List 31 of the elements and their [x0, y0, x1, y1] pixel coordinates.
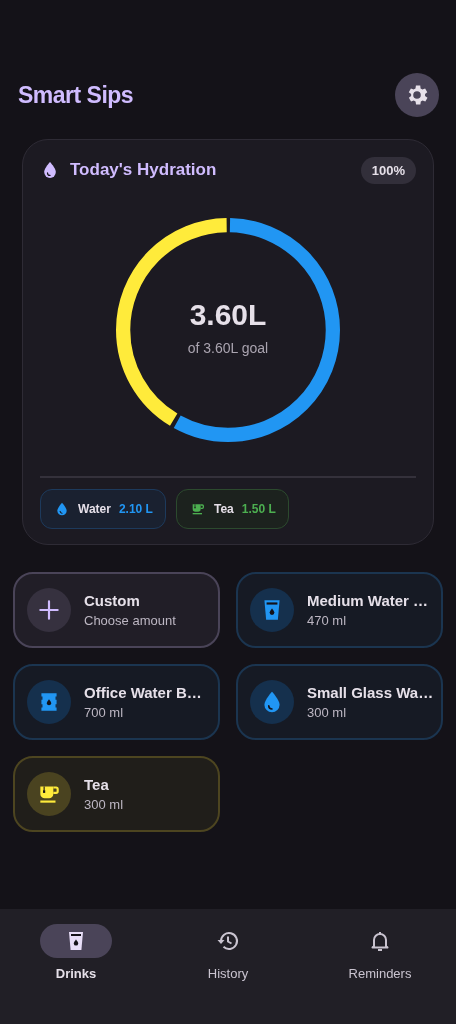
- chip-amount: 2.10 L: [118, 502, 153, 516]
- total-amount: 3.60L: [189, 298, 267, 332]
- drink-name: Medium Water …: [307, 592, 429, 609]
- drink-detail: 470 ml: [307, 613, 348, 628]
- drink-button[interactable]: Custom Choose amount: [13, 572, 220, 648]
- history-icon: [216, 929, 240, 953]
- percent-badge: 100%: [360, 156, 416, 184]
- drink-name: Office Water B…: [84, 684, 202, 701]
- plus-icon: [36, 597, 62, 623]
- chip-label: Tea: [213, 502, 234, 516]
- chip-label: Water: [78, 502, 111, 516]
- drink-name: Small Glass Wa…: [307, 684, 434, 701]
- drop-icon: [54, 501, 70, 517]
- goal-caption: of 3.60L goal: [187, 340, 269, 356]
- settings-button[interactable]: [395, 73, 439, 117]
- drink-detail: 300 ml: [307, 705, 348, 720]
- drink-button[interactable]: Medium Water … 470 ml: [236, 572, 443, 648]
- drink-button[interactable]: Tea 300 ml: [13, 756, 220, 832]
- drink-detail: 300 ml: [84, 797, 124, 812]
- drink-button[interactable]: Office Water B… 700 ml: [13, 664, 220, 740]
- drink-name: Custom: [84, 592, 141, 609]
- card-title: Today's Hydration: [70, 160, 217, 180]
- nav-tab[interactable]: History: [168, 924, 288, 1024]
- drink-name: Tea: [84, 776, 110, 793]
- drink-button[interactable]: Small Glass Wa… 300 ml: [236, 664, 443, 740]
- drink-detail: Choose amount: [84, 613, 176, 628]
- drink-detail: 700 ml: [84, 705, 125, 720]
- app-title: Smart Sips: [18, 81, 134, 109]
- nav-tab[interactable]: Reminders: [320, 924, 440, 1024]
- chip-amount: 1.50 L: [241, 502, 276, 516]
- nav-tab[interactable]: Drinks: [16, 924, 136, 1024]
